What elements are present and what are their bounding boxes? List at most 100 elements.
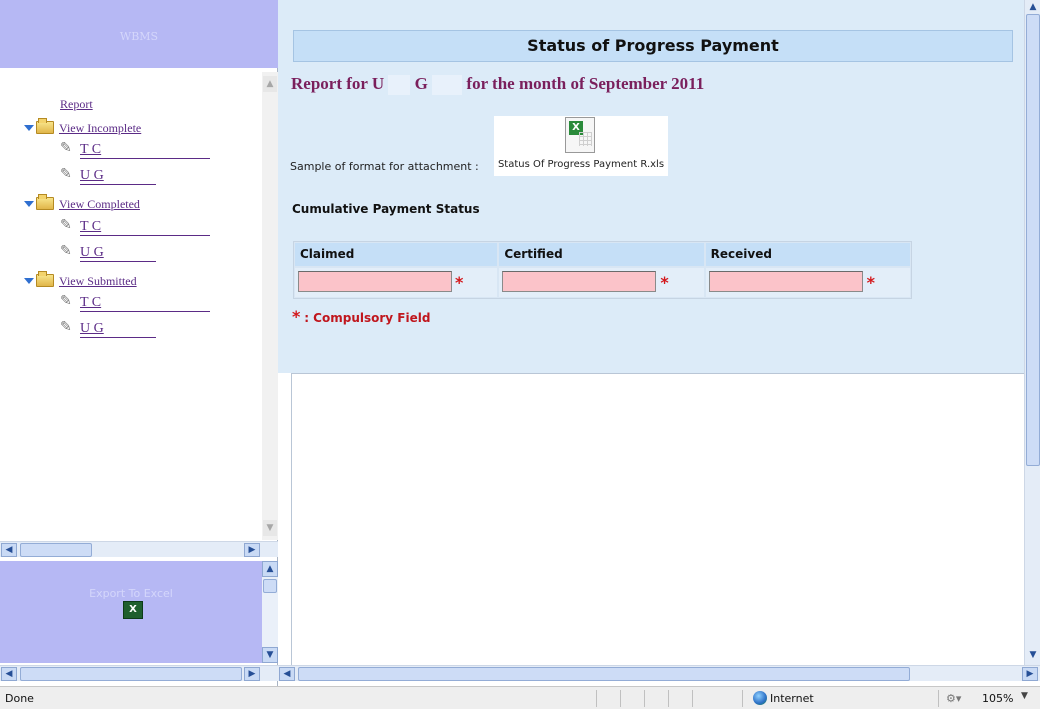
folder-icon — [36, 271, 54, 287]
required-marker: * — [866, 273, 876, 292]
compulsory-field-legend: * : Compulsory Field — [292, 307, 430, 326]
expand-arrow-icon[interactable] — [24, 201, 34, 207]
status-bar: Done Internet ⚙▾ 105% ▼ — [0, 686, 1040, 709]
scroll-up-icon[interactable]: ▲ — [263, 76, 277, 92]
status-divider — [668, 690, 669, 707]
report-heading-mid: G — [414, 74, 428, 93]
scroll-up-icon[interactable]: ▲ — [262, 561, 278, 577]
left-vertical-scrollbar[interactable]: ▲ ▼ — [262, 72, 278, 540]
certified-cell: * — [498, 267, 705, 298]
required-marker: * — [292, 307, 301, 326]
folder-icon — [36, 194, 54, 210]
report-heading: Report for U G for the month of Septembe… — [291, 74, 705, 96]
report-link[interactable]: Report — [60, 97, 93, 112]
edit-pencil-icon: ✎ — [60, 244, 72, 259]
status-divider — [742, 690, 743, 707]
attachment-label: Sample of format for attachment : — [290, 160, 479, 173]
table-row: * * * — [294, 267, 911, 298]
tree-item-underline — [80, 184, 156, 185]
status-divider — [644, 690, 645, 707]
scroll-right-icon[interactable]: ▶ — [1022, 667, 1038, 681]
left-horizontal-scrollbar[interactable]: ◀ ▶ — [0, 541, 278, 557]
scrollbar-thumb[interactable] — [263, 579, 277, 593]
tree-item-link[interactable]: T C — [80, 219, 101, 235]
navigation-tree: Report View Incomplete ✎ T C ✎ U G View … — [0, 70, 262, 540]
report-heading-suffix: for the month of September 2011 — [466, 74, 705, 93]
expand-arrow-icon[interactable] — [24, 125, 34, 131]
scroll-down-icon[interactable]: ▼ — [262, 647, 278, 663]
excel-icon[interactable]: X — [123, 601, 143, 619]
view-incomplete-link[interactable]: View Incomplete — [59, 121, 141, 136]
scrollbar-thumb[interactable] — [20, 667, 242, 681]
table-header-row: Claimed Certified Received — [294, 242, 911, 267]
status-divider — [596, 690, 597, 707]
redacted-block — [388, 75, 411, 96]
certified-input[interactable] — [502, 271, 657, 292]
view-submitted-link[interactable]: View Submitted — [59, 274, 137, 289]
spreadsheet-grid-glyph — [579, 132, 592, 146]
claimed-input[interactable] — [298, 271, 452, 292]
status-divider — [938, 690, 939, 707]
content-frame: Status of Progress Payment Report for U … — [278, 0, 1040, 686]
edit-pencil-icon: ✎ — [60, 167, 72, 182]
export-panel-scrollbar[interactable]: ▲ ▼ — [262, 561, 278, 663]
edit-pencil-icon: ✎ — [60, 218, 72, 233]
scroll-down-icon[interactable]: ▼ — [263, 520, 277, 536]
tree-item-underline — [80, 261, 156, 262]
received-input[interactable] — [708, 271, 863, 292]
expand-arrow-icon[interactable] — [24, 278, 34, 284]
attachment-filename[interactable]: Status Of Progress Payment R.xls — [494, 159, 668, 170]
content-vertical-scrollbar[interactable]: ▲ ▼ — [1024, 0, 1040, 665]
attachment-file[interactable]: X Status Of Progress Payment R.xls — [494, 116, 668, 176]
chevron-down-icon[interactable]: ▼ — [1021, 691, 1028, 701]
zoom-level[interactable]: 105% — [982, 692, 1013, 705]
redacted-block — [432, 75, 463, 96]
left-header: WBMS — [0, 0, 278, 68]
scroll-down-icon[interactable]: ▼ — [1025, 648, 1040, 664]
received-cell: * — [704, 267, 911, 298]
left-bottom-horizontal-scrollbar[interactable]: ◀ ▶ — [0, 665, 278, 681]
scrollbar-thumb[interactable] — [1026, 14, 1040, 466]
column-header-claimed: Claimed — [294, 242, 499, 267]
tree-item-link[interactable]: T C — [80, 142, 101, 158]
protected-mode-icon[interactable]: ⚙▾ — [946, 692, 961, 705]
compulsory-field-text: : Compulsory Field — [304, 311, 431, 325]
left-header-text: WBMS — [119, 30, 159, 43]
scroll-left-icon[interactable]: ◀ — [1, 667, 17, 681]
tree-item-link[interactable]: T C — [80, 295, 101, 311]
tree-item-link[interactable]: U G — [80, 245, 104, 261]
scroll-right-icon[interactable]: ▶ — [244, 667, 260, 681]
tree-item-underline — [80, 337, 156, 338]
page-title: Status of Progress Payment — [293, 30, 1013, 62]
section-title: Cumulative Payment Status — [292, 202, 480, 216]
content-top-region: Status of Progress Payment Report for U … — [278, 0, 1024, 373]
export-panel: Export To Excel X — [0, 561, 262, 663]
scrollbar-thumb[interactable] — [20, 543, 92, 557]
content-lower-frame — [291, 373, 1024, 665]
status-divider — [620, 690, 621, 707]
column-header-received: Received — [704, 242, 911, 267]
status-divider — [692, 690, 693, 707]
required-marker: * — [455, 273, 464, 292]
tree-item-link[interactable]: U G — [80, 321, 104, 337]
tree-item-underline — [80, 311, 210, 312]
tree-item-link[interactable]: U G — [80, 168, 104, 184]
scroll-left-icon[interactable]: ◀ — [279, 667, 295, 681]
report-heading-prefix: Report for U — [291, 74, 385, 93]
content-horizontal-scrollbar[interactable]: ◀ ▶ — [278, 665, 1040, 681]
scrollbar-thumb[interactable] — [298, 667, 910, 681]
excel-file-icon[interactable]: X — [565, 117, 595, 153]
required-marker: * — [660, 273, 669, 292]
column-header-certified: Certified — [498, 242, 705, 267]
tree-item-underline — [80, 158, 210, 159]
payment-status-table: Claimed Certified Received * * * — [293, 241, 912, 299]
edit-pencil-icon: ✎ — [60, 294, 72, 309]
claimed-cell: * — [294, 267, 499, 298]
edit-pencil-icon: ✎ — [60, 320, 72, 335]
scroll-left-icon[interactable]: ◀ — [1, 543, 17, 557]
scroll-right-icon[interactable]: ▶ — [244, 543, 260, 557]
folder-icon — [36, 118, 54, 134]
view-completed-link[interactable]: View Completed — [59, 197, 140, 212]
status-text: Done — [5, 692, 34, 705]
left-frame: WBMS Report View Incomplete ✎ T C ✎ U G … — [0, 0, 278, 686]
